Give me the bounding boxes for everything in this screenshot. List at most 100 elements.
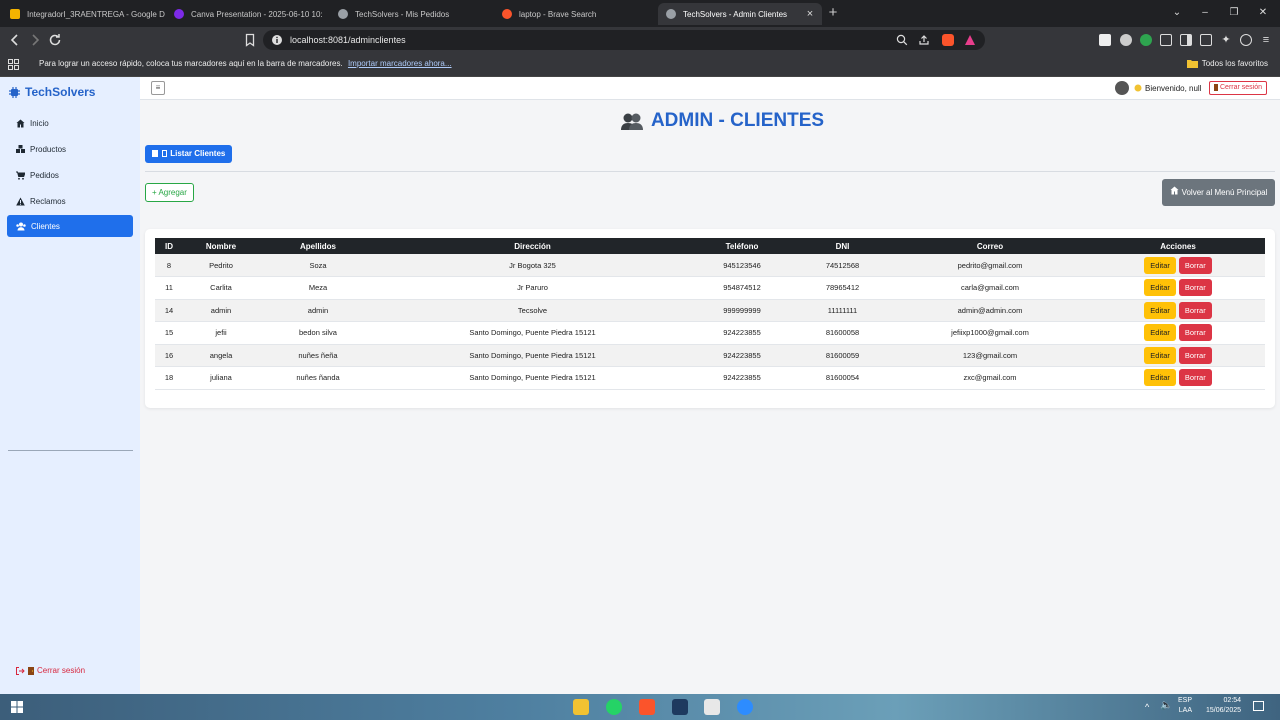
avatar[interactable]: [1115, 81, 1129, 95]
bookmark-icon[interactable]: [242, 32, 258, 48]
sidebar-item-reclamos[interactable]: Reclamos: [7, 190, 133, 212]
vpn-icon[interactable]: [1240, 34, 1252, 46]
cell-apellidos: Meza: [259, 276, 377, 300]
google-drive-icon: [10, 9, 20, 19]
sidebar-item-inicio[interactable]: Inicio: [7, 112, 133, 134]
users-icon: [16, 222, 26, 231]
new-tab-icon[interactable]: +: [826, 5, 840, 20]
browser-tab[interactable]: Canva Presentation - 2025-06-10 10:: [166, 3, 330, 25]
tab-search-icon[interactable]: ⌄: [1171, 7, 1183, 19]
table-row: 14 admin admin Tecsolve 999999999 111111…: [155, 299, 1265, 322]
brand-logo[interactable]: TechSolvers: [8, 85, 95, 99]
column-header-direccion: Dirección: [377, 238, 688, 254]
page-title: ADMIN - CLIENTES: [140, 110, 1280, 132]
file-explorer-icon[interactable]: [573, 699, 589, 715]
url-text: localhost:8081/adminclientes: [290, 35, 406, 45]
cell-direccion: Jr Paruro: [377, 276, 688, 300]
windows-start-icon[interactable]: [11, 701, 23, 713]
cell-dni: 81600059: [796, 344, 889, 367]
back-to-menu-button[interactable]: Volver al Menú Principal: [1162, 179, 1275, 206]
zoom-app-icon[interactable]: [737, 699, 753, 715]
reload-icon[interactable]: [47, 32, 63, 48]
close-window-icon[interactable]: ✕: [1257, 7, 1269, 19]
edit-button[interactable]: Editar: [1144, 301, 1176, 319]
chevron-up-icon[interactable]: ^: [1145, 702, 1149, 712]
column-header-telefono: Teléfono: [688, 238, 796, 254]
sidebar-item-productos[interactable]: Productos: [7, 138, 133, 160]
cell-apellidos: nuñes ñanda: [259, 366, 377, 390]
cell-id: 8: [155, 254, 183, 277]
add-client-button[interactable]: + Agregar: [145, 183, 194, 202]
brave-shields-icon[interactable]: [942, 34, 954, 46]
cell-correo: zxc@gmail.com: [889, 366, 1091, 390]
folder-icon: [1186, 59, 1198, 68]
browser-tab-active[interactable]: TechSolvers - Admin Clientes ×: [658, 3, 822, 25]
logout-button[interactable]: Cerrar sesión: [1209, 81, 1268, 95]
edit-button[interactable]: Editar: [1144, 279, 1176, 297]
all-bookmarks-button[interactable]: Todos los favoritos: [1186, 59, 1268, 68]
menu-toggle-icon[interactable]: ≡: [151, 81, 165, 95]
sidebar-icon[interactable]: [1180, 34, 1192, 46]
page-viewport: TechSolvers Inicio Productos Pedidos Rec…: [0, 77, 1280, 694]
wallet-icon[interactable]: [1200, 34, 1212, 46]
delete-button[interactable]: Borrar: [1178, 346, 1212, 364]
delete-button[interactable]: Borrar: [1178, 324, 1212, 342]
notification-icon[interactable]: [1253, 701, 1264, 711]
delete-button[interactable]: Borrar: [1178, 301, 1212, 319]
menu-icon[interactable]: ≡: [1260, 34, 1272, 46]
brave-rewards-icon[interactable]: [964, 34, 976, 46]
sidebar-item-pedidos[interactable]: Pedidos: [7, 164, 133, 186]
brave-search-icon: [502, 9, 512, 19]
share-icon[interactable]: [918, 34, 930, 46]
browser-tab[interactable]: TechSolvers - Mis Pedidos: [330, 3, 494, 25]
delete-button[interactable]: Borrar: [1178, 256, 1212, 274]
zoom-icon[interactable]: [896, 34, 908, 46]
brave-browser-icon[interactable]: [639, 699, 655, 715]
delete-button[interactable]: Borrar: [1178, 369, 1212, 387]
bookmarks-bar: Para lograr un acceso rápido, coloca tus…: [0, 53, 1280, 77]
whatsapp-icon[interactable]: [606, 699, 622, 715]
sidebar-logout-link[interactable]: Cerrar sesión: [16, 666, 85, 675]
browser-tab[interactable]: laptop - Brave Search: [494, 3, 658, 25]
column-header-apellidos: Apellidos: [259, 238, 377, 254]
edit-button[interactable]: Editar: [1144, 369, 1176, 387]
visual-studio-icon[interactable]: [672, 699, 688, 715]
clipboard-icon: [162, 150, 168, 158]
list-clients-button[interactable]: Listar Clientes: [145, 145, 233, 163]
wave-emoji-icon: [1134, 84, 1142, 92]
import-bookmarks-link[interactable]: Importar marcadores ahora...: [348, 59, 452, 68]
browser-tab[interactable]: IntegradorI_3RAENTREGA - Google D: [2, 3, 166, 25]
sidebar-item-clientes[interactable]: Clientes: [7, 215, 133, 237]
site-info-icon[interactable]: [271, 34, 283, 46]
volume-icon[interactable]: 🔈: [1160, 700, 1172, 711]
apps-grid-icon[interactable]: [8, 59, 19, 70]
extension-icon[interactable]: [1140, 34, 1152, 46]
delete-button[interactable]: Borrar: [1178, 279, 1212, 297]
leo-ai-icon[interactable]: ✦: [1220, 34, 1232, 46]
table-row: 16 angela nuñes ñeña Santo Domingo, Puen…: [155, 344, 1265, 367]
cell-id: 16: [155, 344, 183, 367]
forward-icon[interactable]: [27, 32, 43, 48]
extension-icon[interactable]: [1120, 34, 1132, 46]
edit-button[interactable]: Editar: [1144, 346, 1176, 364]
cell-acciones: Editar Borrar: [1091, 299, 1265, 322]
cell-direccion: Santo Domingo, Puente Piedra 15121: [377, 366, 688, 390]
back-icon[interactable]: [7, 32, 23, 48]
cell-dni: 11111111: [796, 299, 889, 322]
edit-button[interactable]: Editar: [1144, 324, 1176, 342]
extensions-puzzle-icon[interactable]: [1160, 34, 1172, 46]
edit-button[interactable]: Editar: [1144, 256, 1176, 274]
column-header-nombre: Nombre: [183, 238, 259, 254]
minimize-icon[interactable]: –: [1199, 7, 1211, 19]
maximize-icon[interactable]: ❐: [1228, 7, 1240, 19]
extension-icon[interactable]: [1099, 34, 1111, 46]
sidebar: TechSolvers Inicio Productos Pedidos Rec…: [0, 77, 140, 694]
close-tab-icon[interactable]: ×: [804, 8, 816, 20]
welcome-message: Bienvenido, null: [1115, 81, 1201, 95]
chip-icon: [8, 86, 21, 99]
sidebar-divider: [8, 450, 133, 451]
cell-apellidos: nuñes ñeña: [259, 344, 377, 367]
app-icon[interactable]: [704, 699, 720, 715]
system-clock[interactable]: ESP LAA 02:54 15/06/2025: [1178, 696, 1241, 716]
address-bar[interactable]: localhost:8081/adminclientes: [263, 30, 985, 50]
